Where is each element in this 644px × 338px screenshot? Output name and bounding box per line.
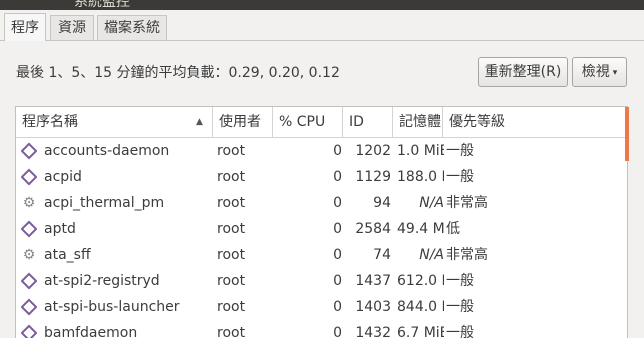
app-icon: [21, 216, 37, 242]
process-name: acpid: [44, 169, 82, 185]
process-cpu: 0: [333, 221, 342, 237]
process-priority: 一般: [446, 273, 474, 289]
process-user: root: [217, 169, 246, 185]
process-cpu: 0: [333, 195, 342, 211]
process-name: acpi_thermal_pm: [44, 195, 165, 211]
table-row[interactable]: at-spi2-registryd root 0 1437 612.0 KiB …: [16, 268, 627, 294]
process-table: 程序名稱 ▲ 使用者 % CPU ID 記憶體 優先等級 accounts-da…: [15, 106, 628, 338]
process-user: root: [217, 299, 246, 315]
column-header-memory[interactable]: 記憶體: [393, 107, 443, 137]
process-name: accounts-daemon: [44, 143, 170, 159]
process-priority: 一般: [446, 143, 474, 159]
process-id: 1432: [355, 325, 391, 338]
app-icon: [21, 294, 37, 320]
table-row[interactable]: acpid root 0 1129 188.0 KiB 一般: [16, 164, 627, 190]
view-menu-button[interactable]: 檢視 ▾: [572, 57, 627, 87]
tab-processes[interactable]: 程序: [4, 13, 46, 41]
app-icon: [21, 164, 37, 190]
process-name: aptd: [44, 221, 76, 237]
process-cpu: 0: [333, 325, 342, 338]
column-label: 程序名稱: [22, 114, 78, 130]
process-id: 1129: [355, 169, 391, 185]
process-user: root: [217, 273, 246, 289]
view-menu-label: 檢視: [581, 64, 610, 80]
process-memory: 1.0 MiB: [397, 143, 444, 159]
scrollbar[interactable]: [625, 107, 629, 161]
process-priority: 低: [446, 221, 460, 237]
process-name: bamfdaemon: [44, 325, 138, 338]
process-id: 1403: [355, 299, 391, 315]
tab-resources[interactable]: 資源: [50, 15, 94, 40]
process-cpu: 0: [333, 247, 342, 263]
process-priority: 非常高: [446, 195, 488, 211]
process-priority: 非常高: [446, 247, 488, 263]
app-icon: [21, 138, 37, 164]
process-user: root: [217, 143, 246, 159]
column-header-id[interactable]: ID: [343, 107, 393, 137]
process-memory: 49.4 MiB: [397, 221, 444, 237]
window-titlebar: 系統監控: [0, 0, 644, 10]
process-name: at-spi-bus-launcher: [44, 299, 180, 315]
process-memory: 6.7 MiB: [397, 325, 444, 338]
load-average-label: 最後 1、5、15 分鐘的平均負載：0.29, 0.20, 0.12: [16, 65, 340, 81]
process-cpu: 0: [333, 169, 342, 185]
table-row[interactable]: bamfdaemon root 0 1432 6.7 MiB 一般: [16, 320, 627, 338]
column-header-cpu[interactable]: % CPU: [273, 107, 343, 137]
process-id: 94: [373, 195, 391, 211]
process-user: root: [217, 325, 246, 338]
column-header-process-name[interactable]: 程序名稱 ▲: [16, 107, 213, 137]
table-header: 程序名稱 ▲ 使用者 % CPU ID 記憶體 優先等級: [16, 107, 627, 138]
chevron-down-icon: ▾: [612, 68, 618, 78]
process-id: 2584: [355, 221, 391, 237]
gear-icon: ⚙: [22, 247, 36, 263]
process-cpu: 0: [333, 143, 342, 159]
table-row[interactable]: at-spi-bus-launcher root 0 1403 844.0 Ki…: [16, 294, 627, 320]
process-memory: N/A: [419, 247, 444, 263]
process-name: at-spi2-registryd: [44, 273, 160, 289]
process-id: 1437: [355, 273, 391, 289]
process-name: ata_sff: [44, 247, 91, 263]
app-icon: [21, 320, 37, 338]
process-cpu: 0: [333, 299, 342, 315]
tab-file-systems[interactable]: 檔案系統: [97, 15, 167, 40]
process-memory: 844.0 KiB: [397, 299, 444, 315]
table-row[interactable]: aptd root 0 2584 49.4 MiB 低: [16, 216, 627, 242]
refresh-button[interactable]: 重新整理(R): [478, 57, 568, 87]
process-id: 74: [373, 247, 391, 263]
gear-icon: ⚙: [22, 195, 36, 211]
process-memory: 188.0 KiB: [397, 169, 444, 185]
process-cpu: 0: [333, 273, 342, 289]
window-title: 系統監控: [74, 0, 130, 10]
process-priority: 一般: [446, 169, 474, 185]
process-user: root: [217, 221, 246, 237]
process-priority: 一般: [446, 299, 474, 315]
column-header-user[interactable]: 使用者: [213, 107, 273, 137]
tab-bar: 程序 資源 檔案系統: [0, 10, 644, 41]
sort-ascending-icon: ▲: [196, 117, 203, 127]
table-row[interactable]: accounts-daemon root 0 1202 1.0 MiB 一般: [16, 138, 627, 164]
process-user: root: [217, 195, 246, 211]
process-memory: N/A: [419, 195, 444, 211]
table-row[interactable]: ⚙ ata_sff root 0 74 N/A 非常高: [16, 242, 627, 268]
column-header-priority[interactable]: 優先等級: [443, 107, 627, 137]
app-icon: [21, 268, 37, 294]
process-memory: 612.0 KiB: [397, 273, 444, 289]
process-priority: 一般: [446, 325, 474, 338]
process-id: 1202: [355, 143, 391, 159]
process-user: root: [217, 247, 246, 263]
table-row[interactable]: ⚙ acpi_thermal_pm root 0 94 N/A 非常高: [16, 190, 627, 216]
